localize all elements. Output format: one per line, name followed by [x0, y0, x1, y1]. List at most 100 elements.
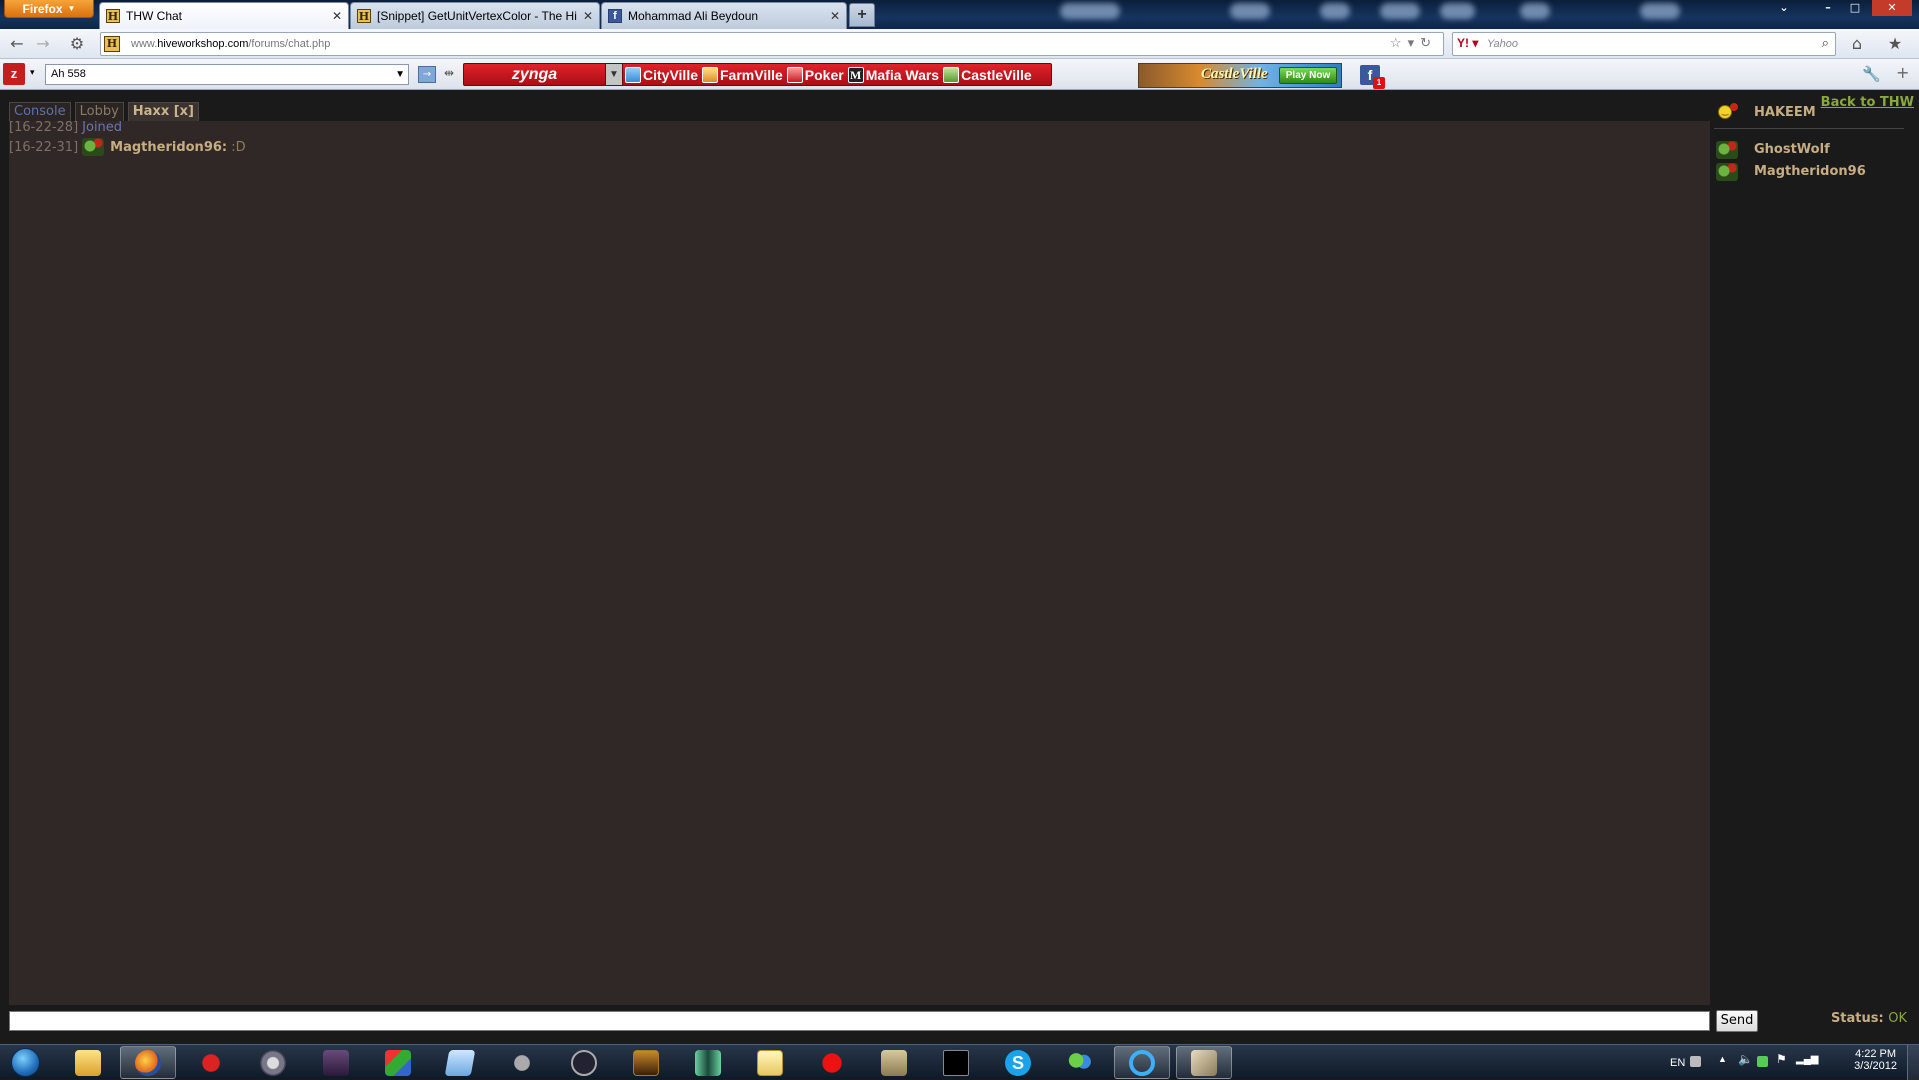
send-button[interactable]: Send: [1716, 1010, 1758, 1032]
app-taskbar-button[interactable]: [618, 1046, 674, 1079]
user-list-divider: [1714, 128, 1904, 129]
castleville-icon: [943, 66, 960, 83]
splat-icon: [819, 1049, 845, 1076]
play-now-button[interactable]: Play Now: [1279, 67, 1337, 84]
chevron-down-icon[interactable]: ▼: [395, 65, 405, 84]
game-link-cityville[interactable]: CityVille: [623, 66, 700, 83]
facebook-favicon-icon: f: [608, 9, 622, 23]
tab-list-icon[interactable]: ⌄: [1774, 0, 1794, 16]
warcraft-editor-icon: [323, 1049, 349, 1076]
tab-thw-chat[interactable]: H THW Chat ✕: [99, 2, 349, 29]
volume-icon[interactable]: 🔈: [1738, 1052, 1753, 1066]
forward-icon[interactable]: →: [32, 33, 54, 55]
zynga-go-icon[interactable]: →: [418, 66, 436, 83]
cmd-taskbar-button[interactable]: [928, 1046, 984, 1079]
firefox-taskbar-button[interactable]: [120, 1046, 176, 1079]
quicktime-icon: [1129, 1049, 1155, 1076]
url-history-icon[interactable]: ▾: [1408, 35, 1421, 50]
app-taskbar-button[interactable]: [432, 1046, 488, 1079]
bookmark-star-icon[interactable]: ☆: [1390, 35, 1408, 50]
back-icon[interactable]: ←: [6, 33, 28, 55]
game-link-farmville[interactable]: FarmVille: [700, 66, 785, 83]
minimize-icon[interactable]: –: [1818, 0, 1838, 16]
game-link-poker[interactable]: Poker: [785, 66, 846, 83]
taskbar-clock[interactable]: 4:22 PM 3/3/2012: [1854, 1048, 1897, 1072]
editor-taskbar-button[interactable]: [1176, 1046, 1232, 1079]
chat-message: [16-22-31] Magtheridon96: :D: [9, 138, 246, 156]
network-status-icon[interactable]: [1757, 1056, 1768, 1067]
username: GhostWolf: [1754, 142, 1830, 157]
zynga-search-combo[interactable]: Ah 558 ▼: [45, 64, 409, 85]
tab-snippet[interactable]: H [Snippet] GetUnitVertexColor - The Hi.…: [350, 2, 600, 29]
action-center-flag-icon[interactable]: ⚑: [1776, 1052, 1787, 1066]
firefox-menu-label: Firefox: [22, 1, 63, 16]
tab-facebook[interactable]: f Mohammad Ali Beydoun ✕: [601, 2, 847, 29]
zynga-logo-icon[interactable]: z: [3, 63, 25, 85]
game-link-castleville[interactable]: CastleVille: [941, 66, 1034, 83]
close-window-icon[interactable]: ✕: [1872, 0, 1912, 16]
app-taskbar-button[interactable]: [680, 1046, 736, 1079]
url-bar[interactable]: H www. hiveworkshop.com/forums/chat.php ☆…: [100, 32, 1444, 56]
chevron-down-icon[interactable]: ▾: [30, 68, 35, 78]
resize-handle-icon[interactable]: ⇹: [444, 66, 454, 80]
tab-haxx[interactable]: Haxx [x]: [127, 102, 199, 122]
show-hidden-icons-icon[interactable]: ▲: [1718, 1054, 1729, 1065]
app-taskbar-button[interactable]: [742, 1046, 798, 1079]
app-taskbar-button[interactable]: [245, 1046, 301, 1079]
clock-date: 3/3/2012: [1854, 1060, 1897, 1072]
game-link-mafia-wars[interactable]: M Mafia Wars: [846, 66, 941, 83]
hive-favicon-icon: H: [357, 9, 371, 23]
close-tab-icon[interactable]: ✕: [332, 9, 342, 23]
home-icon[interactable]: ⌂: [1846, 33, 1868, 55]
message-input[interactable]: [9, 1011, 1710, 1031]
add-icon[interactable]: +: [1896, 63, 1909, 82]
app-taskbar-button[interactable]: [494, 1046, 550, 1079]
user-list-item[interactable]: GhostWolf: [1714, 139, 1912, 161]
close-tab-icon[interactable]: ✕: [583, 9, 593, 23]
app-taskbar-button[interactable]: [804, 1046, 860, 1079]
paint-icon: [757, 1049, 783, 1076]
bookmarks-menu-icon[interactable]: ★: [1884, 33, 1906, 55]
messenger-taskbar-button[interactable]: [1052, 1046, 1108, 1079]
show-desktop-button[interactable]: [1907, 1045, 1919, 1080]
keyboard-icon[interactable]: [1690, 1056, 1701, 1067]
zynga-brand-button[interactable]: zynga: [464, 64, 606, 85]
search-bar[interactable]: Y! ▾ Yahoo ⌕: [1452, 32, 1836, 56]
addon-icon[interactable]: ⚙: [66, 33, 88, 55]
skype-taskbar-button[interactable]: S: [990, 1046, 1046, 1079]
site-identity-icon[interactable]: H: [104, 36, 120, 52]
quill-editor-icon: [1191, 1049, 1217, 1076]
search-icon[interactable]: ⌕: [1822, 35, 1829, 51]
castleville-ad-banner[interactable]: CastleVille Play Now: [1138, 63, 1342, 88]
app-taskbar-button[interactable]: [866, 1046, 922, 1079]
yahoo-engine-icon[interactable]: Y! ▾: [1457, 36, 1478, 50]
facebook-notifications-icon[interactable]: f 1: [1360, 65, 1385, 89]
new-tab-button[interactable]: +: [849, 3, 875, 27]
tab-console[interactable]: Console: [9, 102, 71, 122]
signal-bars-icon[interactable]: ▂▄▆: [1796, 1054, 1818, 1065]
start-button[interactable]: [4, 1045, 46, 1080]
app-taskbar-button[interactable]: [556, 1046, 612, 1079]
message-username[interactable]: Magtheridon96:: [110, 140, 227, 155]
reload-icon[interactable]: ↻: [1420, 35, 1437, 50]
user-list-item[interactable]: Magtheridon96: [1714, 161, 1912, 183]
search-placeholder: Yahoo: [1487, 38, 1518, 50]
tab-lobby[interactable]: Lobby: [74, 102, 124, 122]
app-taskbar-button[interactable]: [183, 1046, 239, 1079]
language-indicator[interactable]: EN: [1670, 1057, 1685, 1069]
chevron-down-icon[interactable]: ▼: [606, 64, 623, 85]
app-taskbar-button[interactable]: [370, 1046, 426, 1079]
user-avatar-icon: [1716, 141, 1738, 159]
close-tab-icon[interactable]: ✕: [830, 9, 840, 23]
user-list-item-self[interactable]: ‿ HAKEEM: [1714, 102, 1912, 124]
skype-icon: S: [1005, 1049, 1031, 1076]
app-taskbar-button[interactable]: [308, 1046, 364, 1079]
wrench-icon[interactable]: 🔧: [1862, 65, 1881, 83]
navigation-toolbar: ← → ⚙ H www. hiveworkshop.com/forums/chat…: [0, 29, 1919, 59]
firefox-menu-button[interactable]: Firefox ▼: [4, 0, 94, 18]
quicktime-taskbar-button[interactable]: [1114, 1046, 1170, 1079]
maximize-icon[interactable]: □: [1845, 0, 1865, 16]
explorer-taskbar-button[interactable]: [60, 1046, 116, 1079]
command-prompt-icon: [943, 1049, 969, 1076]
ad-title: CastleVille: [1201, 66, 1268, 82]
